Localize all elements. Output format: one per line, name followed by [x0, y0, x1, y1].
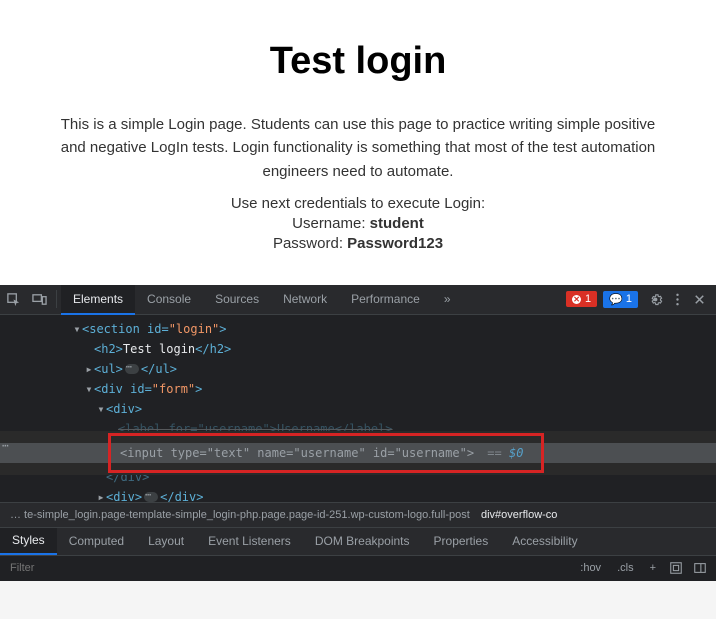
tab-computed[interactable]: Computed	[57, 528, 136, 555]
new-style-rule-button[interactable]: +	[644, 560, 662, 576]
tabs-overflow[interactable]: »	[432, 285, 463, 314]
tab-dom-breakpoints[interactable]: DOM Breakpoints	[303, 528, 422, 555]
devtools-tabs: Elements Console Sources Network Perform…	[61, 285, 463, 314]
cls-toggle[interactable]: .cls	[611, 560, 640, 576]
tab-network[interactable]: Network	[271, 285, 339, 314]
info-count-badge[interactable]: 💬1	[603, 291, 638, 308]
more-menu-icon[interactable]	[666, 292, 688, 307]
tab-event-listeners[interactable]: Event Listeners	[196, 528, 303, 555]
credentials-intro: Use next credentials to execute Login:	[0, 195, 716, 212]
toggle-sidebar-icon[interactable]	[690, 561, 710, 575]
close-devtools-icon[interactable]	[688, 292, 710, 307]
dom-tree[interactable]: ▾<section id="login"> <h2>Test login</h2…	[0, 315, 716, 502]
error-count-badge[interactable]: ✕1	[566, 291, 597, 307]
styles-tabs: Styles Computed Layout Event Listeners D…	[0, 527, 716, 555]
settings-gear-icon[interactable]	[644, 292, 666, 307]
tab-sources[interactable]: Sources	[203, 285, 271, 314]
tab-elements[interactable]: Elements	[61, 285, 135, 315]
red-annotation-box	[108, 433, 544, 473]
password-line: Password: Password123	[0, 235, 716, 252]
username-line: Username: student	[0, 215, 716, 232]
tab-styles[interactable]: Styles	[0, 528, 57, 555]
device-toggle-icon[interactable]	[26, 292, 52, 307]
devtools-panel: Elements Console Sources Network Perform…	[0, 285, 716, 581]
hov-toggle[interactable]: :hov	[574, 560, 607, 576]
page-heading: Test login	[0, 40, 716, 83]
rendered-page: Test login This is a simple Login page. …	[0, 0, 716, 285]
tab-console[interactable]: Console	[135, 285, 203, 314]
tab-properties[interactable]: Properties	[422, 528, 501, 555]
computed-styles-icon[interactable]	[666, 561, 686, 575]
gutter-dots-icon: ⋯	[2, 439, 9, 452]
styles-filter-input[interactable]	[6, 560, 574, 576]
page-description: This is a simple Login page. Students ca…	[60, 113, 656, 183]
inspect-element-icon[interactable]	[0, 292, 26, 307]
tab-performance[interactable]: Performance	[339, 285, 432, 314]
devtools-toolbar: Elements Console Sources Network Perform…	[0, 285, 716, 315]
styles-filter-bar: :hov .cls +	[0, 555, 716, 581]
tab-layout[interactable]: Layout	[136, 528, 196, 555]
tab-accessibility[interactable]: Accessibility	[500, 528, 589, 555]
dom-breadcrumb[interactable]: … te-simple_login.page-template-simple_l…	[0, 502, 716, 527]
